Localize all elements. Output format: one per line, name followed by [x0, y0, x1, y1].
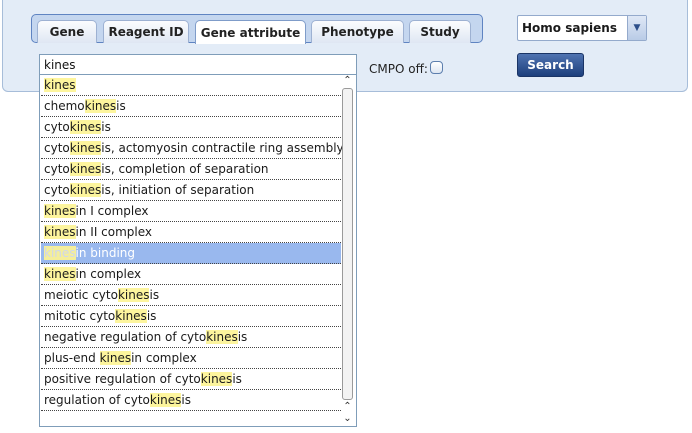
match-highlight: kines — [69, 183, 102, 197]
suggestion-item[interactable]: chemokinesis — [41, 96, 341, 117]
scrollbar-thumb[interactable] — [342, 88, 353, 400]
suggestion-item[interactable]: kinesin binding — [41, 243, 341, 264]
suggestion-text: is — [181, 393, 192, 407]
suggestion-text: chemo — [44, 99, 85, 113]
scroll-up-icon[interactable]: ⌃ — [341, 401, 354, 413]
suggestion-text: cyto — [44, 141, 70, 155]
match-highlight: kines — [44, 267, 76, 281]
suggestion-item[interactable]: meiotic cytokinesis — [41, 285, 341, 306]
suggestion-list: kines chemokinesis cytokinesis cytokinesis,… — [41, 75, 344, 411]
match-highlight: kines — [44, 78, 76, 92]
search-type-tabs: Gene Reagent ID Gene attribute Phenotype… — [31, 14, 483, 44]
suggestion-text: cyto — [44, 183, 70, 197]
match-highlight: kines — [200, 372, 233, 386]
match-highlight: kines — [149, 393, 182, 407]
suggestion-item[interactable]: plus-end kinesin complex — [41, 348, 341, 369]
chevron-down-icon[interactable]: ▼ — [627, 16, 646, 40]
suggestion-item[interactable]: kinesin complex — [41, 264, 341, 285]
suggestion-text: in I complex — [75, 204, 149, 218]
suggestion-item[interactable]: kinesin I complex — [41, 201, 341, 222]
species-select[interactable]: Homo sapiens ▼ — [517, 15, 647, 41]
suggestion-text: is — [116, 99, 126, 113]
cmpo-checkbox[interactable] — [430, 61, 443, 74]
suggestion-item[interactable]: kinesin II complex — [41, 222, 341, 243]
suggestion-text: is, actomyosin contractile ring assembly — [101, 141, 344, 155]
suggestion-text: positive regulation of cyto — [44, 372, 201, 386]
suggestion-item[interactable]: kines — [41, 75, 341, 96]
scroll-down-icon[interactable]: ⌄ — [341, 413, 354, 425]
suggestion-item[interactable]: cytokinesis, completion of separation — [41, 159, 341, 180]
suggestion-text: is — [101, 120, 111, 134]
suggestion-item[interactable]: mitotic cytokinesis — [41, 306, 341, 327]
suggestion-text: regulation of cyto — [44, 393, 150, 407]
suggestion-text: is — [232, 372, 242, 386]
match-highlight: kines — [206, 330, 238, 344]
match-highlight: kines — [117, 288, 150, 302]
suggestion-text: plus-end — [44, 351, 100, 365]
suggestion-text: is, completion of separation — [101, 162, 269, 176]
match-highlight: kines — [69, 141, 102, 155]
suggestion-text: is — [146, 309, 157, 323]
tab-study[interactable]: Study — [409, 20, 471, 43]
match-highlight: kines — [69, 162, 102, 176]
suggestion-text: cyto — [44, 162, 70, 176]
suggestion-item[interactable]: positive regulation of cytokinesis — [41, 369, 341, 390]
match-highlight: kines — [44, 246, 76, 260]
scroll-up-icon[interactable]: ⌃ — [341, 75, 354, 87]
suggestion-text: in complex — [131, 351, 197, 365]
match-highlight: kines — [115, 309, 147, 323]
suggestion-text: mitotic cyto — [44, 309, 116, 323]
search-button[interactable]: Search — [517, 53, 584, 77]
cmpo-label: CMPO off: — [369, 62, 428, 76]
suggestion-text: in binding — [75, 246, 136, 260]
suggestion-item[interactable]: cytokinesis, actomyosin contractile ring… — [41, 138, 344, 159]
suggestion-text: negative regulation of cyto — [44, 330, 207, 344]
tab-phenotype[interactable]: Phenotype — [311, 20, 404, 43]
search-input[interactable] — [39, 54, 357, 74]
suggestion-text: is — [237, 330, 248, 344]
suggestion-text: cyto — [44, 120, 70, 134]
match-highlight: kines — [99, 351, 132, 365]
suggestion-item[interactable]: regulation of cytokinesis — [41, 390, 341, 411]
tab-reagent-id[interactable]: Reagent ID — [103, 20, 189, 43]
match-highlight: kines — [44, 204, 76, 218]
scrollbar[interactable]: ⌃ ⌃ ⌄ — [341, 75, 354, 426]
tab-gene-attribute[interactable]: Gene attribute — [195, 20, 306, 44]
suggestion-text: is — [149, 288, 160, 302]
suggestion-text: in II complex — [75, 225, 153, 239]
autocomplete-dropdown: kines chemokinesis cytokinesis cytokinesis,… — [39, 74, 357, 427]
suggestion-item[interactable]: negative regulation of cytokinesis — [41, 327, 341, 348]
match-highlight: kines — [84, 99, 117, 113]
suggestion-item[interactable]: cytokinesis — [41, 117, 341, 138]
match-highlight: kines — [69, 120, 102, 134]
suggestion-text: meiotic cyto — [44, 288, 118, 302]
suggestion-text: is, initiation of separation — [101, 183, 255, 197]
species-select-value: Homo sapiens — [522, 21, 617, 35]
suggestion-text: in complex — [75, 267, 142, 281]
match-highlight: kines — [44, 225, 76, 239]
suggestion-item[interactable]: cytokinesis, initiation of separation — [41, 180, 341, 201]
tab-gene[interactable]: Gene — [37, 20, 97, 43]
